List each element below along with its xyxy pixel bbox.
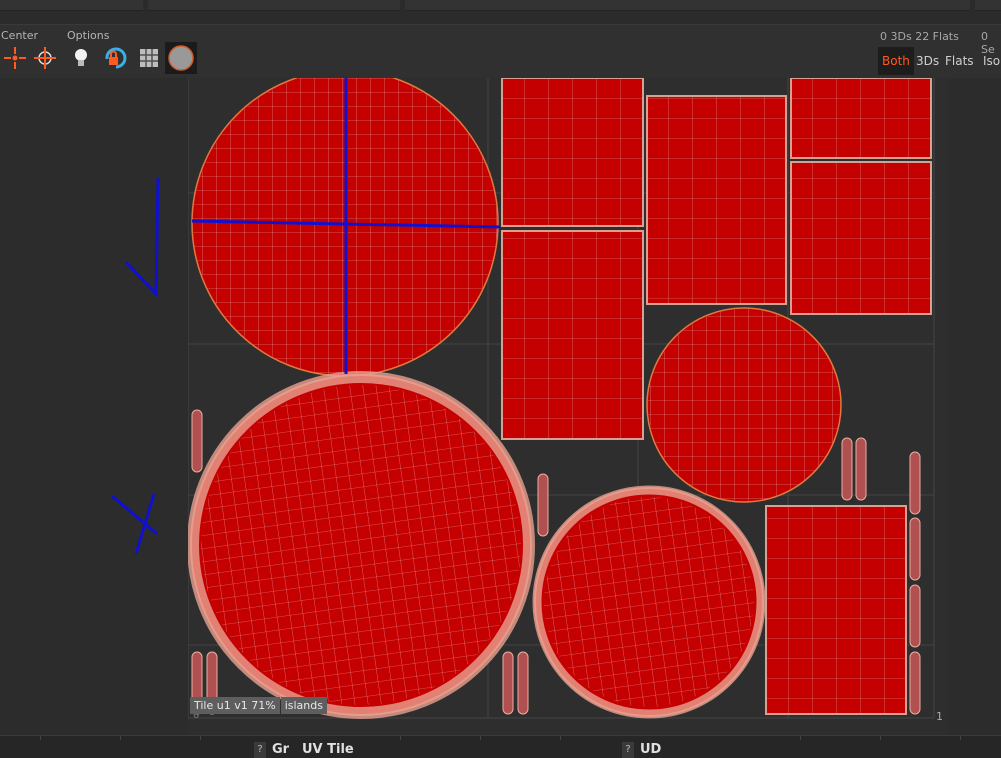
top-tab[interactable] (405, 0, 970, 11)
mode-flats-button[interactable]: Flats (941, 47, 978, 75)
top-tab[interactable] (975, 0, 1001, 11)
top-tab[interactable] (0, 0, 143, 11)
grid-icon[interactable] (136, 45, 162, 71)
mode-both-button[interactable]: Both (878, 47, 914, 75)
uv-layout[interactable]: 0 1 (187, 69, 948, 735)
annotation-marks (111, 177, 160, 555)
mode-3ds-button[interactable]: 3Ds (912, 47, 943, 75)
bottom-bar: ? Gr UV Tile ? UD (0, 735, 1001, 758)
uv-sphere-small[interactable] (646, 307, 842, 503)
checkmark-annotation (124, 177, 160, 298)
right-panel (948, 78, 1001, 735)
left-panel (0, 78, 188, 735)
uv-tile-title: UV Tile (302, 742, 354, 757)
center-target-icon[interactable] (32, 45, 58, 71)
top-bar (0, 0, 1001, 24)
help-button[interactable]: ? (254, 742, 266, 758)
lock-rotate-icon[interactable] (102, 45, 128, 71)
material-swatch-button[interactable] (165, 42, 197, 74)
status-bar: Tile u1 v1 71% islands (190, 697, 328, 716)
tile-corner-label: 1 (936, 710, 943, 723)
uv-canvas[interactable]: 0 1 (187, 69, 948, 735)
mode-isolate-button[interactable]: Isol (979, 47, 1001, 75)
side-label: Gr (272, 742, 290, 757)
lightbulb-icon[interactable] (68, 45, 94, 71)
tile-status: Tile u1 v1 71% (190, 697, 280, 714)
island-counts: 0 3Ds 22 Flats (880, 30, 959, 43)
uv-disc-large[interactable] (187, 371, 535, 719)
uv-toolbar: Center Options 0 3Ds 22 Flats 0 Se Both … (0, 24, 1001, 79)
options-label: Options (67, 29, 110, 42)
cross-annotation (111, 493, 158, 555)
sphere-icon (168, 45, 194, 71)
center-label: Center (1, 29, 39, 42)
help-button[interactable]: ? (622, 742, 634, 758)
side-label: UD (640, 742, 662, 757)
uv-disc-medium[interactable] (532, 485, 766, 719)
islands-status: islands (280, 697, 327, 714)
center-icon[interactable] (2, 45, 28, 71)
top-tab[interactable] (148, 0, 400, 11)
